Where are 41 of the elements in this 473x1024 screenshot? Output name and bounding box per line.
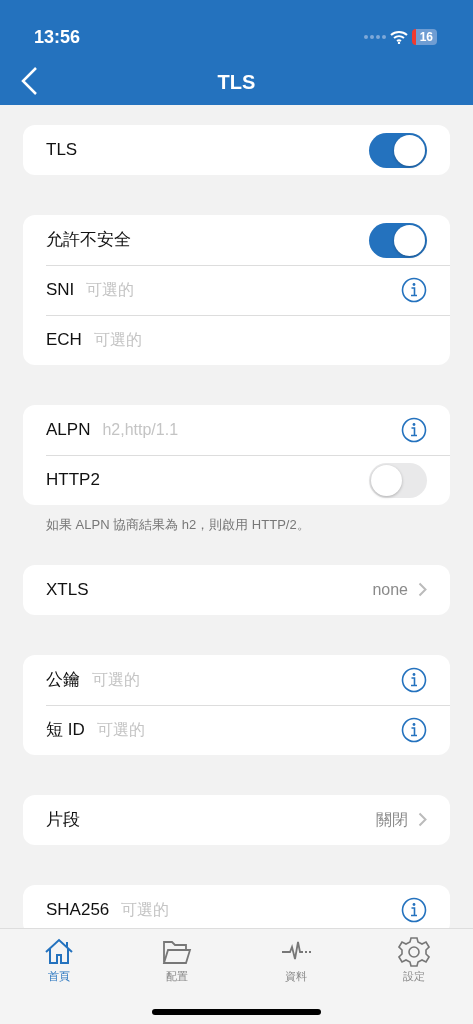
- info-icon[interactable]: [401, 277, 427, 303]
- tab-item[interactable]: 配置: [118, 929, 237, 986]
- row-label: ECH: [46, 329, 82, 352]
- row-label: ALPN: [46, 419, 91, 442]
- page-title: TLS: [217, 69, 256, 95]
- row-label: 片段: [46, 808, 80, 831]
- back-button[interactable]: [20, 66, 38, 96]
- info-icon[interactable]: [401, 417, 427, 443]
- row-label: TLS: [46, 139, 78, 162]
- tab-item[interactable]: 設定: [354, 929, 473, 986]
- toggle-switch[interactable]: [369, 222, 427, 258]
- signal-icon: [363, 34, 386, 40]
- chevron-icon: [418, 582, 427, 597]
- status-time: 13:56: [34, 25, 81, 49]
- text-field[interactable]: h2,http/1.1: [102, 418, 253, 442]
- row-label: 公鑰: [46, 668, 80, 691]
- text-field[interactable]: 可選的: [92, 667, 242, 692]
- tab-item[interactable]: 首頁: [0, 929, 119, 986]
- info-icon[interactable]: [401, 666, 427, 693]
- row-label: 短 ID: [46, 718, 85, 741]
- row-label: SNI: [46, 279, 75, 302]
- toggle-switch[interactable]: [369, 462, 427, 498]
- text-field[interactable]: 可選的: [86, 278, 237, 302]
- text-field[interactable]: 可選的: [93, 328, 244, 352]
- battery-indicator: 16: [411, 29, 437, 45]
- row-label: 允許不安全: [46, 229, 131, 252]
- tab-item[interactable]: 資料: [236, 929, 355, 986]
- info-icon[interactable]: [401, 896, 427, 923]
- row-label: XTLS: [46, 578, 89, 601]
- row-value: none: [372, 579, 408, 600]
- toggle-switch[interactable]: [369, 132, 427, 168]
- row-label: SHA256: [46, 898, 110, 921]
- footer-note: 如果 ALPN 協商結果為 h2，則啟用 HTTP/2。: [45, 516, 311, 534]
- text-field[interactable]: 可選的: [96, 717, 247, 742]
- settings-icon: [397, 936, 430, 968]
- text-field[interactable]: 可選的: [121, 897, 272, 922]
- chevron-icon: [418, 812, 427, 827]
- row-value: 關閉: [376, 809, 408, 830]
- wifi-icon: [389, 30, 408, 44]
- info-icon[interactable]: [401, 716, 427, 743]
- row-label: HTTP2: [46, 469, 100, 492]
